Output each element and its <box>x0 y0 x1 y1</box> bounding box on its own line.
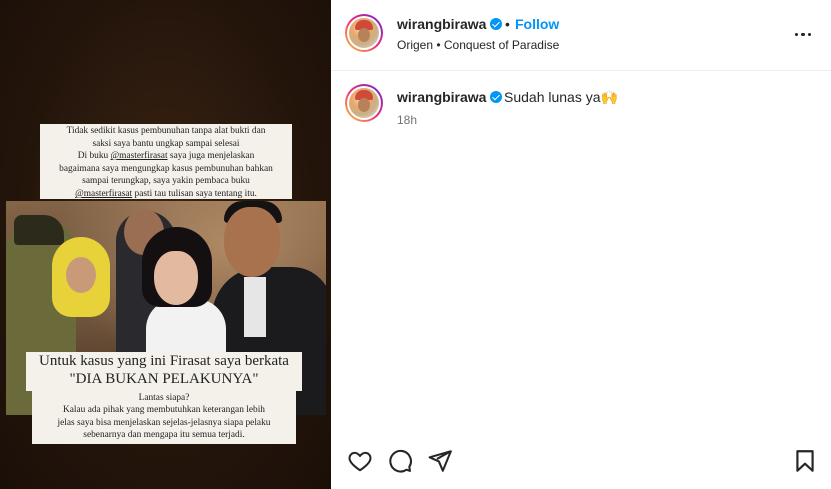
comment-username[interactable]: wirangbirawa <box>397 89 503 105</box>
comment-text: Sudah lunas ya🙌 <box>504 89 618 105</box>
action-bar <box>331 440 831 480</box>
audio-subtitle[interactable]: Origen • Conquest of Paradise <box>397 38 559 52</box>
caption-mid: Untuk kasus yang ini Firasat saya berkat… <box>26 352 302 391</box>
caption-top-line5: sampai terungkap, saya yakin pembaca buk… <box>82 176 250 187</box>
comment-avatar[interactable] <box>345 84 383 122</box>
caption-bottom: Lantas siapa? Kalau ada pihak yang membu… <box>32 391 296 444</box>
share-icon[interactable] <box>427 448 453 474</box>
caption-top-line3: Di buku @masterfirasat saya juga menjela… <box>40 150 292 163</box>
header-username[interactable]: wirangbirawa <box>397 16 503 32</box>
caption-top-line3-post: saya juga menjelaskan <box>167 151 255 162</box>
post-side-panel: wirangbirawa • Follow Origen • Conquest … <box>331 0 831 489</box>
verified-badge-icon <box>490 18 503 30</box>
more-horizontal-icon[interactable] <box>793 24 813 44</box>
caption-mid-line1: Untuk kasus yang ini Firasat saya berkat… <box>39 353 289 369</box>
comment-icon[interactable] <box>387 448 413 474</box>
caption-top-line6: @masterfirasat pasti tau tulisan saya te… <box>40 188 292 201</box>
bookmark-icon[interactable] <box>792 448 818 474</box>
mention-masterfirasat: @masterfirasat <box>110 151 168 162</box>
caption-top-line1: Tidak sedikit kasus pembunuhan tanpa ala… <box>66 126 266 136</box>
username-text[interactable]: wirangbirawa <box>397 16 486 32</box>
post-media[interactable]: Tidak sedikit kasus pembunuhan tanpa ala… <box>0 0 331 489</box>
caption-top-line6-post: pasti tau tulisan saya tentang itu. <box>132 188 257 199</box>
verified-badge-icon <box>490 91 503 103</box>
separator-dot: • <box>505 16 510 32</box>
caption-mid-line2: "DIA BUKAN PELAKUNYA" <box>69 370 259 387</box>
caption-top: Tidak sedikit kasus pembunuhan tanpa ala… <box>40 124 292 199</box>
post-header: wirangbirawa • Follow Origen • Conquest … <box>331 0 831 71</box>
avatar[interactable] <box>345 14 383 52</box>
comment-timestamp[interactable]: 18h <box>397 113 417 127</box>
caption-bottom-line1: Lantas siapa? <box>138 393 190 403</box>
caption-top-line2: saksi saya bantu ungkap sampai selesai <box>92 138 240 149</box>
caption-top-line3-pre: Di buku <box>77 151 111 162</box>
follow-button[interactable]: Follow <box>515 16 559 32</box>
mention-masterfirasat-2: @masterfirasat <box>75 188 133 199</box>
comment-username-text[interactable]: wirangbirawa <box>397 89 486 105</box>
caption-bottom-line3: jelas saya bisa menjelaskan sejelas-jela… <box>57 417 271 428</box>
caption-bottom-line2: Kalau ada pihak yang membutuhkan keteran… <box>62 405 265 416</box>
heart-icon[interactable] <box>347 448 373 474</box>
caption-top-line4: bagaimana saya mengungkap kasus pembunuh… <box>59 163 273 174</box>
caption-bottom-line4: sebenarnya dan mengapa itu semua terjadi… <box>83 430 245 441</box>
